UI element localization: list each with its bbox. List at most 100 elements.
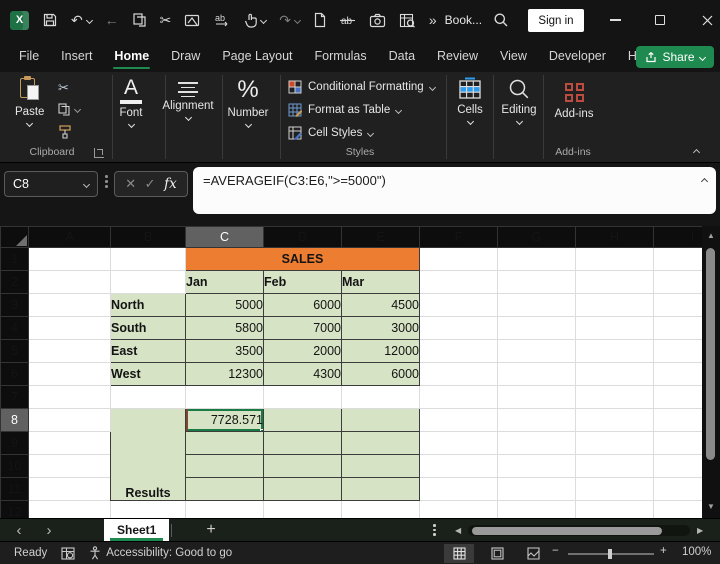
cell[interactable] — [576, 501, 654, 519]
result-cell-c8[interactable]: 7728.571 — [186, 409, 264, 432]
column-header-g[interactable]: G — [498, 227, 576, 248]
tab-file[interactable]: File — [8, 40, 50, 72]
tab-review[interactable]: Review — [426, 40, 489, 72]
tab-data[interactable]: Data — [378, 40, 426, 72]
cell[interactable] — [29, 294, 111, 317]
cell[interactable] — [186, 501, 264, 519]
copy-button[interactable] — [57, 102, 80, 117]
cell[interactable] — [264, 409, 342, 432]
row-header-5[interactable]: 5 — [1, 340, 29, 363]
data-cell[interactable]: 12300 — [186, 363, 264, 386]
scroll-up-icon[interactable]: ▲ — [702, 231, 720, 240]
sheet-tab-sheet1[interactable]: Sheet1 — [104, 519, 169, 542]
cell[interactable] — [654, 271, 703, 294]
cell[interactable] — [264, 386, 342, 409]
cell[interactable] — [420, 271, 498, 294]
cell[interactable] — [654, 455, 703, 478]
cell[interactable] — [654, 294, 703, 317]
name-box[interactable]: C8 — [4, 171, 98, 197]
maximize-button[interactable] — [645, 0, 675, 40]
cancel-icon[interactable]: ✕ — [125, 176, 136, 192]
cell[interactable] — [264, 455, 342, 478]
ink-picture-icon[interactable] — [184, 13, 201, 28]
results-label-cell[interactable]: Results — [111, 409, 186, 501]
cell[interactable] — [654, 363, 703, 386]
lookup-sheet-icon[interactable] — [399, 13, 416, 28]
month-header-cell[interactable]: Mar — [342, 271, 420, 294]
cell[interactable] — [111, 248, 186, 271]
cell[interactable] — [264, 478, 342, 501]
cell[interactable] — [654, 386, 703, 409]
editing-group-button[interactable]: Editing — [494, 77, 544, 124]
vertical-scrollbar-thumb[interactable] — [706, 248, 715, 460]
cell[interactable] — [498, 363, 576, 386]
cell[interactable] — [29, 248, 111, 271]
cell[interactable] — [576, 248, 654, 271]
scroll-left-icon[interactable]: ◀ — [455, 526, 461, 535]
cell[interactable] — [264, 432, 342, 455]
cell[interactable] — [420, 363, 498, 386]
cut-button[interactable]: ✂ — [58, 80, 69, 96]
region-name-cell[interactable]: East — [111, 340, 186, 363]
cell[interactable] — [654, 432, 703, 455]
cell[interactable] — [264, 501, 342, 519]
row-header-12[interactable]: 12 — [1, 501, 29, 519]
cell[interactable] — [420, 248, 498, 271]
cell[interactable] — [576, 340, 654, 363]
font-group-button[interactable]: A Font — [109, 76, 153, 127]
row-header-10[interactable]: 10 — [1, 455, 29, 478]
cell[interactable] — [29, 271, 111, 294]
paste-button[interactable]: Paste — [15, 77, 44, 126]
cell[interactable] — [420, 317, 498, 340]
column-header-b[interactable]: B — [111, 227, 186, 248]
cell[interactable] — [342, 409, 420, 432]
cell[interactable] — [29, 386, 111, 409]
alignment-group-button[interactable]: Alignment — [160, 76, 216, 120]
cell[interactable] — [342, 501, 420, 519]
search-icon[interactable] — [493, 12, 509, 28]
column-header-d[interactable]: D — [264, 227, 342, 248]
cell[interactable] — [420, 455, 498, 478]
find-replace-icon[interactable]: ab — [214, 12, 231, 28]
sheet-options-icon[interactable] — [433, 524, 436, 536]
format-as-table-button[interactable]: Format as Table — [288, 103, 401, 117]
addins-button[interactable]: Add-ins — [548, 79, 600, 120]
column-header-c[interactable]: C — [186, 227, 264, 248]
cell[interactable] — [111, 501, 186, 519]
cell[interactable] — [420, 340, 498, 363]
horizontal-scrollbar[interactable] — [468, 525, 690, 536]
next-sheet-icon[interactable]: › — [34, 523, 64, 538]
row-header-2[interactable]: 2 — [1, 271, 29, 294]
column-header-e[interactable]: E — [342, 227, 420, 248]
tab-formulas[interactable]: Formulas — [304, 40, 378, 72]
cell[interactable] — [29, 455, 111, 478]
cell[interactable] — [654, 317, 703, 340]
cell[interactable] — [498, 478, 576, 501]
cell[interactable] — [498, 432, 576, 455]
column-header-f[interactable]: F — [420, 227, 498, 248]
macro-record-icon[interactable] — [61, 547, 75, 560]
cell[interactable] — [498, 501, 576, 519]
cell[interactable] — [654, 409, 703, 432]
cell[interactable] — [498, 271, 576, 294]
cell[interactable] — [186, 386, 264, 409]
column-header-h[interactable]: H — [576, 227, 654, 248]
horizontal-scrollbar-thumb[interactable] — [472, 527, 662, 535]
number-group-button[interactable]: % Number — [226, 74, 270, 127]
close-button[interactable] — [692, 0, 720, 40]
data-cell[interactable]: 3500 — [186, 340, 264, 363]
select-all-corner[interactable] — [1, 227, 29, 248]
row-header-8[interactable]: 8 — [1, 409, 29, 432]
normal-view-button[interactable] — [444, 544, 474, 563]
cell[interactable] — [498, 386, 576, 409]
column-header-a[interactable]: A — [29, 227, 111, 248]
cell[interactable] — [186, 478, 264, 501]
zoom-out-icon[interactable]: − — [552, 545, 559, 557]
cell[interactable] — [420, 294, 498, 317]
cell[interactable] — [498, 317, 576, 340]
cell[interactable] — [498, 409, 576, 432]
region-name-cell[interactable]: South — [111, 317, 186, 340]
sales-title-cell[interactable]: SALES — [186, 248, 420, 271]
previous-sheet-icon[interactable]: ‹ — [4, 523, 34, 538]
cell[interactable] — [29, 363, 111, 386]
